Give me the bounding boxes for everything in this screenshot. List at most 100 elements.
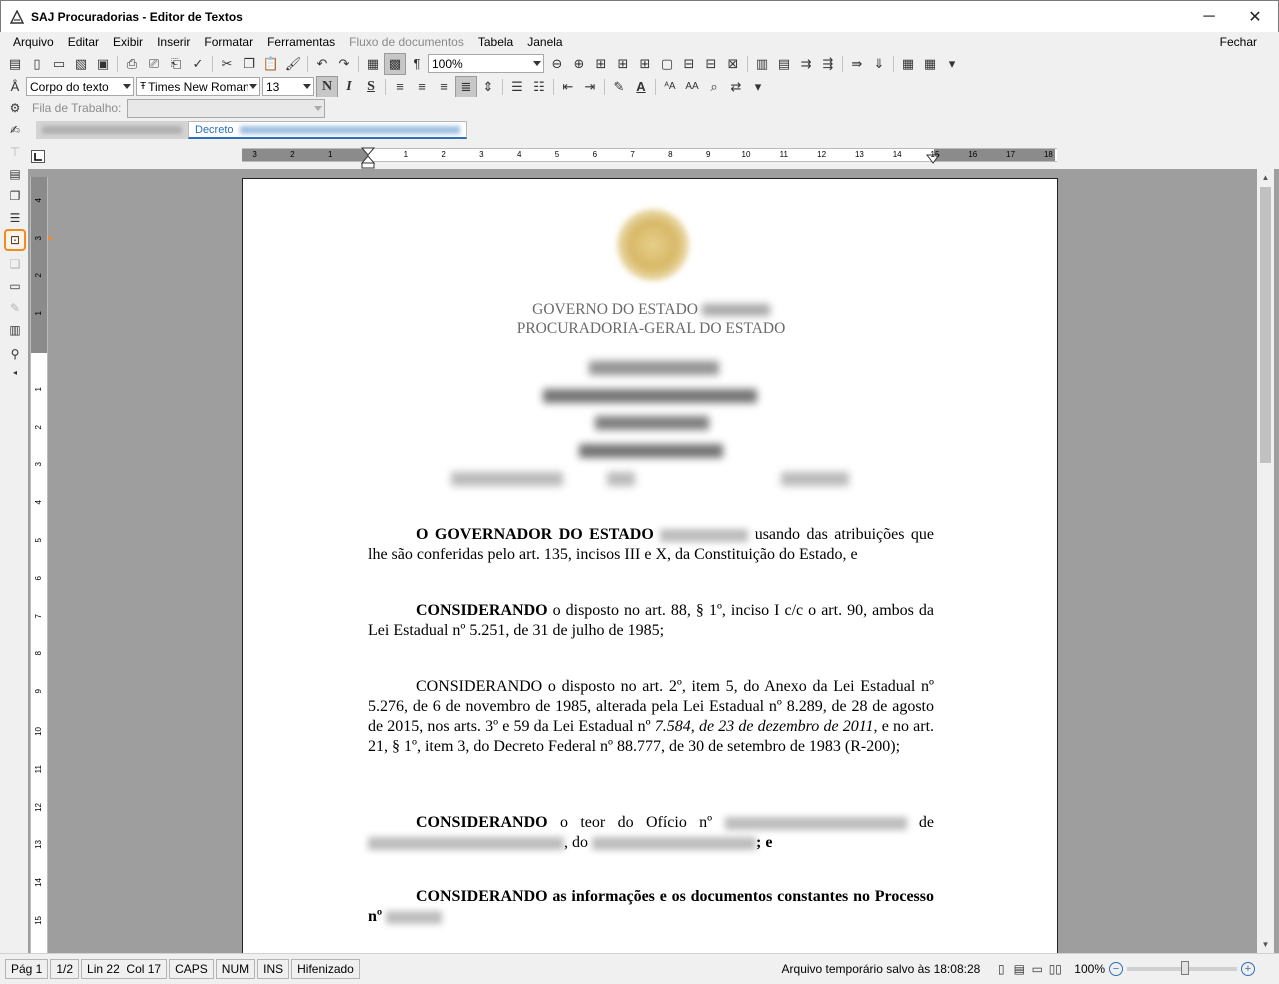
font-size-select[interactable]: 13 — [262, 77, 314, 96]
table-arrange-icon[interactable]: ⇶ — [817, 53, 839, 75]
table-borders-icon[interactable]: ⊞ — [590, 53, 612, 75]
replace-icon[interactable]: ⇄ — [725, 76, 747, 98]
open-folder-icon[interactable]: ▭ — [48, 53, 70, 75]
edit-icon[interactable]: ✎ — [6, 299, 24, 317]
workflow-icon[interactable]: ⚙ — [6, 99, 24, 117]
align-left-icon[interactable]: ≡ — [389, 76, 411, 98]
table-move-icon[interactable]: ⇉ — [795, 53, 817, 75]
paragraph-style-select[interactable]: Corpo do texto — [26, 77, 134, 96]
copy-icon[interactable]: ❐ — [238, 53, 260, 75]
web-view-icon[interactable]: ▤ — [1010, 960, 1028, 978]
tab-decreto[interactable]: Decreto — [188, 121, 467, 139]
font-grow-icon[interactable]: AA — [681, 76, 703, 98]
normal-view-icon[interactable]: ▭ — [1028, 960, 1046, 978]
print-icon[interactable]: ⎙ — [121, 53, 143, 75]
new-from-template-icon[interactable]: ▤ — [4, 53, 26, 75]
status-hyphenation[interactable]: Hifenizado — [291, 959, 360, 979]
align-justify-icon[interactable]: ≣ — [455, 75, 477, 98]
duplicate-icon[interactable]: ❏ — [6, 255, 24, 273]
change-case-icon[interactable]: ᴬA — [659, 76, 681, 98]
table-insert-row-icon[interactable]: ⊞ — [612, 53, 634, 75]
save-icon[interactable]: ▣ — [92, 53, 114, 75]
zoom-select[interactable]: 100% — [428, 54, 544, 73]
status-ins[interactable]: INS — [257, 959, 290, 979]
pilcrow-icon[interactable]: ¶ — [406, 53, 428, 75]
spellcheck-icon[interactable]: ✓ — [187, 53, 209, 75]
paste-icon[interactable]: 📋 — [260, 53, 282, 75]
highlight-color-icon[interactable]: ✎ — [608, 76, 630, 98]
bullet-list-icon[interactable]: ☰ — [506, 76, 528, 98]
paint-icon[interactable]: ⚲ — [6, 345, 24, 363]
underline-button[interactable]: S — [360, 76, 382, 98]
bold-button[interactable]: N — [316, 75, 338, 98]
italic-button[interactable]: I — [338, 76, 360, 98]
numbered-list-icon[interactable]: ☷ — [528, 76, 550, 98]
format-painter-icon[interactable]: 🖌 — [282, 53, 304, 75]
close-file-icon[interactable]: ▧ — [70, 53, 92, 75]
print-layout-icon[interactable]: ▥ — [6, 321, 24, 339]
insert-table-icon[interactable]: ▦ — [362, 53, 384, 75]
table-frame-icon[interactable]: ▢ — [656, 53, 678, 75]
menu-janela[interactable]: Janela — [520, 35, 569, 49]
tab-other-document[interactable] — [36, 121, 188, 139]
line-spacing-icon[interactable]: ⇕ — [477, 76, 499, 98]
signature-icon[interactable]: ✍ — [6, 121, 24, 139]
close-window-button[interactable]: ✕ — [1232, 1, 1278, 33]
templates-icon[interactable]: ▤ — [6, 165, 24, 183]
scroll-down-icon[interactable]: ▼ — [1257, 936, 1274, 953]
menu-exibir[interactable]: Exibir — [106, 35, 150, 49]
more-arrow-icon[interactable]: ◂ — [6, 363, 24, 381]
copy-documents-icon[interactable]: ❐ — [6, 187, 24, 205]
more-options-icon[interactable]: ▾ — [941, 53, 963, 75]
show-grid-icon[interactable]: ▩ — [384, 52, 406, 75]
styles-icon[interactable]: Å — [4, 76, 26, 98]
table-merge-icon[interactable]: ⊟ — [700, 53, 722, 75]
two-page-view-icon[interactable]: ▯▯ — [1046, 960, 1064, 978]
indent-marker-icon[interactable] — [360, 147, 376, 171]
more-options-icon[interactable]: ▾ — [747, 76, 769, 98]
scroll-up-icon[interactable]: ▲ — [1257, 169, 1274, 186]
increase-indent-icon[interactable]: ⇥ — [579, 76, 601, 98]
menu-fluxo-documentos[interactable]: Fluxo de documentos — [342, 35, 471, 49]
new-document-icon[interactable]: ▯ — [26, 53, 48, 75]
menu-tabela[interactable]: Tabela — [471, 35, 520, 49]
minimize-button[interactable]: ─ — [1186, 1, 1232, 33]
undo-icon[interactable]: ↶ — [311, 53, 333, 75]
zoom-in-icon[interactable]: ⊕ — [568, 53, 590, 75]
redo-icon[interactable]: ↷ — [333, 53, 355, 75]
zoom-out-icon[interactable]: ⊖ — [546, 53, 568, 75]
horizontal-ruler[interactable]: 3 2 1 1 2 3 4 5 6 7 8 9 10 11 12 13 14 15 16 17 18 — [242, 147, 1057, 169]
close-document-button[interactable]: Fechar — [1213, 35, 1271, 49]
decrease-indent-icon[interactable]: ⇤ — [557, 76, 579, 98]
scrollbar-thumb[interactable] — [1260, 187, 1271, 463]
font-select[interactable]: Ŧ Times New Roman — [136, 77, 260, 96]
align-right-icon[interactable]: ≡ — [433, 76, 455, 98]
vertical-scrollbar[interactable]: ▲ ▼ — [1257, 169, 1274, 953]
menu-formatar[interactable]: Formatar — [197, 35, 260, 49]
document-page[interactable]: GOVERNO DO ESTADO PROCURADORIA-GERAL DO … — [242, 178, 1058, 953]
zoom-slider-thumb[interactable] — [1181, 961, 1189, 975]
table-delete-icon[interactable]: ⊠ — [722, 53, 744, 75]
zoom-out-button[interactable]: − — [1109, 962, 1123, 976]
workflow-select[interactable] — [127, 98, 326, 118]
menu-arquivo[interactable]: Arquivo — [6, 35, 61, 49]
cut-icon[interactable]: ✂ — [216, 53, 238, 75]
table-split-icon[interactable]: ⊟ — [678, 53, 700, 75]
vertical-ruler[interactable]: 4 3 2 1 1 2 3 4 5 6 7 8 9 10 11 12 13 14 15 — [30, 177, 48, 953]
form-list-icon[interactable]: ▦ — [919, 53, 941, 75]
font-color-icon[interactable]: A — [630, 76, 652, 98]
align-center-icon[interactable]: ≡ — [411, 76, 433, 98]
table-sort-icon[interactable]: ▤ — [773, 53, 795, 75]
table-insert-col-icon[interactable]: ⊞ — [634, 53, 656, 75]
tab-stop-selector[interactable] — [31, 150, 45, 163]
form-field-icon[interactable]: ▦ — [897, 53, 919, 75]
comment-icon[interactable]: ▭ — [6, 277, 24, 295]
table-props-icon[interactable]: ▥ — [751, 53, 773, 75]
stamp-icon[interactable]: ⊤ — [6, 143, 24, 161]
find-icon[interactable]: ⌕ — [703, 76, 725, 98]
page-view-icon[interactable]: ▯ — [992, 960, 1010, 978]
column-right-icon[interactable]: ⇛ — [846, 53, 868, 75]
zoom-slider[interactable] — [1127, 961, 1237, 975]
menu-editar[interactable]: Editar — [61, 35, 106, 49]
zoom-in-button[interactable]: + — [1241, 962, 1255, 976]
